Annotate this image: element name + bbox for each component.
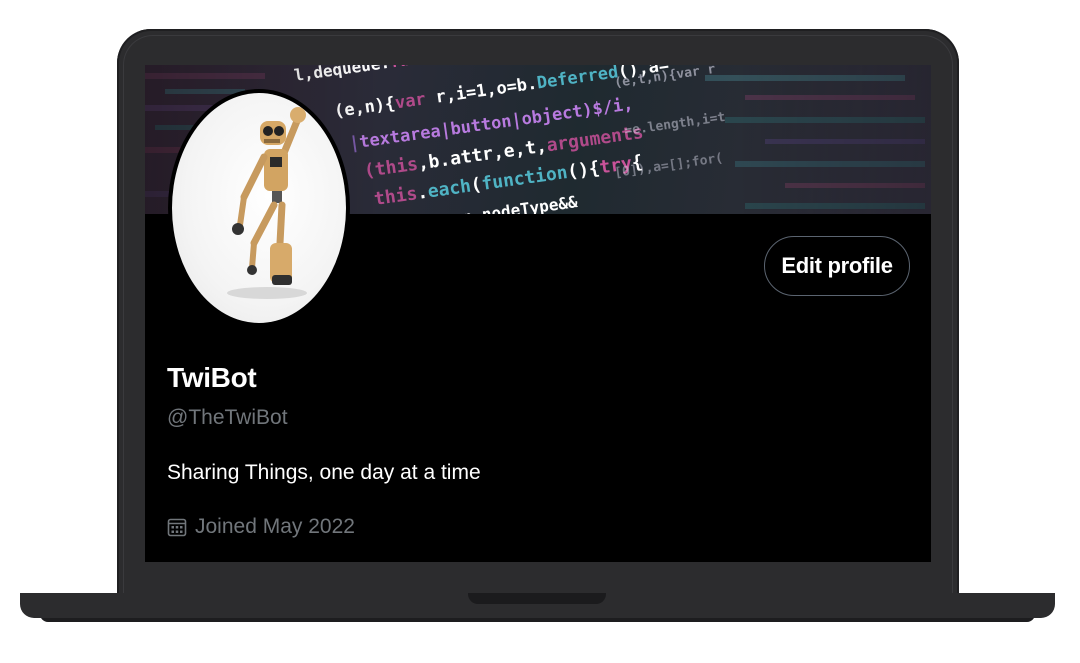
profile-joined-date: Joined May 2022: [167, 515, 355, 539]
robot-avatar-image: [172, 93, 346, 323]
laptop-notch: [468, 593, 606, 604]
edit-profile-button[interactable]: Edit profile: [764, 236, 910, 296]
profile-handle: @TheTwiBot: [167, 406, 288, 429]
profile-bio: Sharing Things, one day at a time: [167, 461, 481, 484]
joined-label: Joined May 2022: [195, 515, 355, 538]
profile-display-name: TwiBot: [167, 362, 257, 393]
laptop-mockup: l,dequeue:function(e){retur (e,n){var r,…: [0, 0, 1080, 663]
calendar-icon: [167, 518, 187, 537]
robot-figure: [227, 107, 307, 299]
profile-avatar[interactable]: [168, 89, 350, 327]
